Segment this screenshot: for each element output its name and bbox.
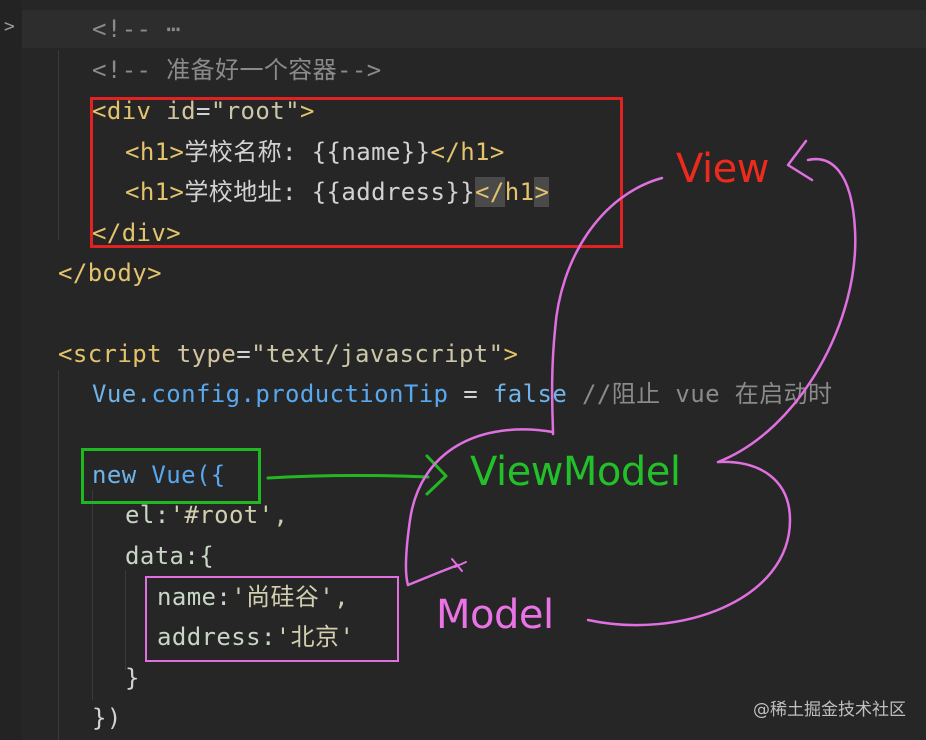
model-pointer-tick (451, 558, 467, 572)
view-to-viewmodel-curve (550, 176, 664, 436)
viewmodel-to-view-curve (716, 157, 857, 464)
view-label: View (676, 146, 769, 192)
viewmodel-arrow-line (266, 474, 430, 480)
watermark: @稀土掘金技术社区 (753, 700, 906, 720)
model-pointer (406, 563, 460, 587)
viewmodel-label: ViewModel (470, 449, 681, 495)
model-label: Model (436, 592, 554, 638)
